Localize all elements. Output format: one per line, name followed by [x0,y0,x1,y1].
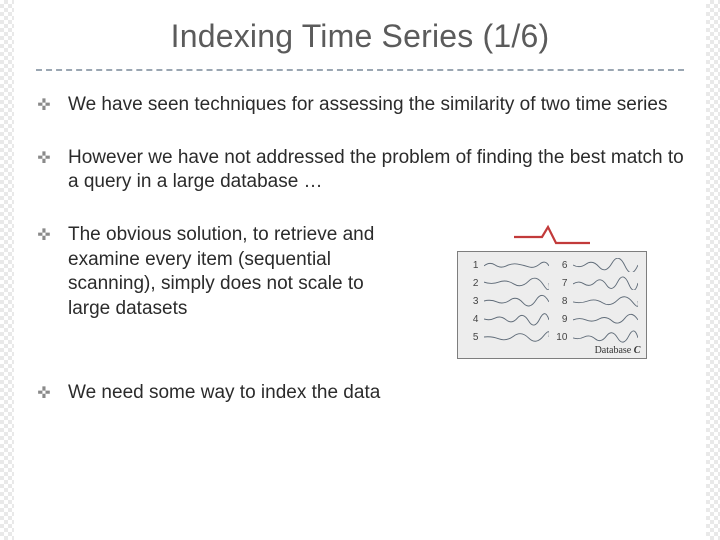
db-index: 3 [466,295,478,308]
db-index: 1 [466,259,478,272]
db-series-icon [573,276,638,290]
db-series-icon [484,294,549,308]
bullet-marker-icon: ✜ [36,96,52,117]
db-index: 2 [466,277,478,290]
bullet-item: ✜ The obvious solution, to retrieve and … [36,223,684,359]
db-index: 4 [466,313,478,326]
decorative-border-left [0,0,14,540]
decorative-border-right [706,0,720,540]
bullet-marker-icon: ✜ [36,384,52,405]
bullet-text: However we have not addressed the proble… [68,146,684,195]
db-series-icon [573,294,638,308]
slide-title: Indexing Time Series (1/6) [36,18,684,55]
db-series-icon [484,312,549,326]
db-series-icon [484,258,549,272]
title-underline [36,69,684,71]
db-series-icon [573,312,638,326]
bullet-item: ✜ We have seen techniques for assessing … [36,93,684,118]
bullet-list: ✜ We have seen techniques for assessing … [36,93,684,406]
database-figure: 1 6 2 7 3 8 4 [421,223,684,359]
db-series-icon [484,276,549,290]
db-series-icon [573,330,638,344]
db-index: 5 [466,331,478,344]
db-index: 8 [555,295,567,308]
db-index: 6 [555,259,567,272]
db-index: 10 [555,331,567,344]
database-box: 1 6 2 7 3 8 4 [457,251,647,359]
slide-content: Indexing Time Series (1/6) ✜ We have see… [14,0,706,540]
db-series-icon [573,258,638,272]
db-series-icon [484,330,549,344]
bullet-item: ✜ We need some way to index the data [36,381,684,406]
bullet-marker-icon: ✜ [36,149,52,170]
bullet-text: The obvious solution, to retrieve and ex… [68,223,407,322]
bullet-item: ✜ However we have not addressed the prob… [36,146,684,195]
bullet-marker-icon: ✜ [36,226,52,247]
bullet-text: We have seen techniques for assessing th… [68,93,684,118]
bullet-text: We need some way to index the data [68,381,407,406]
db-index: 7 [555,277,567,290]
database-label: Database C [595,344,641,357]
db-index: 9 [555,313,567,326]
query-series-icon [512,223,592,247]
